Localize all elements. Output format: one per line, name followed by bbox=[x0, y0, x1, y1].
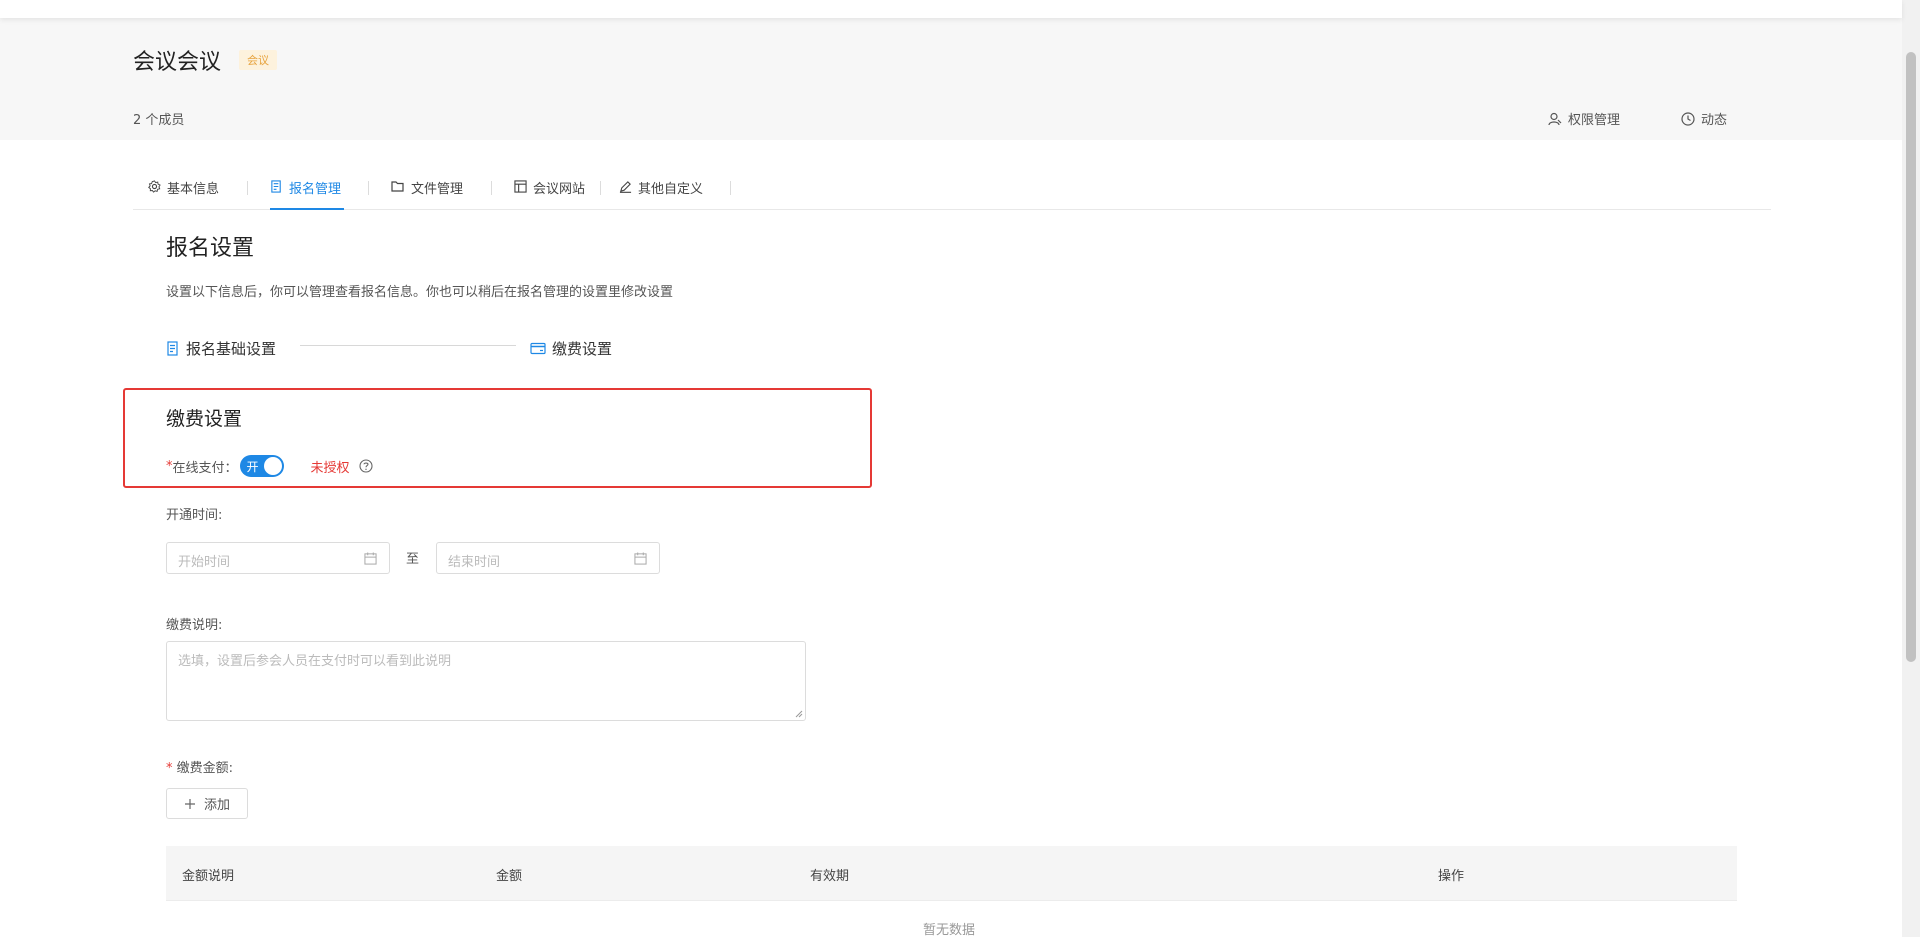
online-pay-row: * 在线支付： 开 未授权 bbox=[166, 455, 373, 477]
tab-website[interactable]: 会议网站 bbox=[514, 176, 585, 210]
column-header: 有效期 bbox=[810, 869, 850, 884]
calendar-icon bbox=[364, 552, 377, 565]
clock-icon bbox=[1681, 111, 1695, 126]
scrollbar-thumb[interactable] bbox=[1906, 52, 1916, 662]
folder-icon bbox=[391, 181, 404, 192]
tab-divider bbox=[491, 181, 492, 195]
registration-description: 设置以下信息后，你可以管理查看报名信息。你也可以稍后在报名管理的设置里修改设置 bbox=[166, 285, 674, 300]
tab-divider bbox=[247, 181, 248, 195]
tab-bar: 基本信息 报名管理 文件管理 会议网站 其他自定义 bbox=[133, 170, 1771, 210]
tab-files[interactable]: 文件管理 bbox=[391, 176, 463, 210]
registration-title: 报名设置 bbox=[166, 236, 255, 261]
step-payment-settings-label: 缴费设置 bbox=[552, 340, 613, 358]
tab-divider bbox=[368, 181, 369, 195]
tab-registration[interactable]: 报名管理 bbox=[270, 176, 344, 210]
add-button-label: 添加 bbox=[203, 798, 230, 813]
tab-website-label: 会议网站 bbox=[533, 182, 586, 197]
calendar-icon bbox=[634, 552, 647, 565]
payment-title: 缴费设置 bbox=[166, 408, 243, 430]
gear-icon bbox=[148, 180, 161, 193]
card-icon bbox=[530, 342, 546, 355]
range-separator: 至 bbox=[406, 552, 420, 567]
tab-files-label: 文件管理 bbox=[411, 182, 464, 197]
plus-icon bbox=[184, 798, 195, 809]
amount-label-row: * 缴费金额: bbox=[166, 757, 233, 776]
payment-desc-textarea[interactable]: 选填，设置后参会人员在支付时可以看到此说明 bbox=[166, 641, 806, 721]
column-header: 操作 bbox=[1438, 869, 1465, 884]
empty-table-text: 暂无数据 bbox=[923, 923, 976, 937]
tab-registration-label: 报名管理 bbox=[289, 182, 342, 197]
edit-icon bbox=[619, 181, 632, 193]
step-basic-settings[interactable]: 报名基础设置 bbox=[166, 338, 276, 359]
permission-button[interactable]: 权限管理 bbox=[1548, 109, 1620, 128]
tab-basic-info[interactable]: 基本信息 bbox=[148, 176, 219, 210]
table-divider bbox=[166, 900, 1737, 901]
amount-table-header: 金额说明 金额 有效期 操作 bbox=[166, 846, 1737, 900]
column-header: 金额 bbox=[496, 869, 523, 884]
registration-icon bbox=[167, 341, 178, 356]
switch-text: 开 bbox=[246, 460, 259, 474]
tab-divider bbox=[730, 181, 731, 195]
online-pay-switch[interactable]: 开 bbox=[239, 455, 284, 477]
step-payment-settings[interactable]: 缴费设置 bbox=[530, 338, 612, 359]
website-icon bbox=[514, 180, 527, 193]
activity-button[interactable]: 动态 bbox=[1681, 109, 1727, 128]
step-connector bbox=[300, 345, 516, 346]
add-amount-button[interactable]: 添加 bbox=[166, 788, 248, 819]
start-time-placeholder: 开始时间 bbox=[178, 555, 231, 570]
vertical-scrollbar[interactable] bbox=[1902, 0, 1920, 937]
tab-basic-info-label: 基本信息 bbox=[167, 182, 220, 197]
end-time-placeholder: 结束时间 bbox=[448, 555, 501, 570]
switch-knob bbox=[263, 457, 282, 475]
step-indicator: 报名基础设置 缴费设置 bbox=[166, 338, 626, 362]
page-title: 会议会议 bbox=[133, 50, 222, 75]
title-row: 会议会议 会议 bbox=[133, 44, 278, 76]
resize-grip-icon[interactable] bbox=[795, 710, 803, 718]
tab-custom-label: 其他自定义 bbox=[638, 182, 704, 197]
help-icon[interactable] bbox=[358, 459, 373, 473]
member-count[interactable]: 2 个成员 bbox=[133, 109, 184, 128]
online-pay-label: 在线支付： bbox=[172, 460, 238, 476]
tab-divider bbox=[600, 181, 601, 195]
unauthorized-status: 未授权 bbox=[310, 460, 350, 476]
permission-label: 权限管理 bbox=[1568, 113, 1621, 128]
start-time-input[interactable]: 开始时间 bbox=[166, 542, 390, 574]
registration-icon bbox=[271, 180, 281, 193]
open-time-label: 开通时间: bbox=[166, 508, 223, 523]
activity-label: 动态 bbox=[1701, 113, 1728, 128]
user-permission-icon bbox=[1548, 112, 1562, 125]
end-time-input[interactable]: 结束时间 bbox=[436, 542, 660, 574]
top-bar bbox=[0, 0, 1902, 18]
column-header: 金额说明 bbox=[182, 869, 235, 884]
amount-label: 缴费金额: bbox=[172, 761, 234, 776]
type-badge: 会议 bbox=[239, 50, 278, 70]
payment-desc-label: 缴费说明: bbox=[166, 618, 223, 633]
tab-custom[interactable]: 其他自定义 bbox=[619, 176, 703, 210]
payment-desc-placeholder: 选填，设置后参会人员在支付时可以看到此说明 bbox=[178, 654, 452, 669]
step-basic-settings-label: 报名基础设置 bbox=[186, 340, 277, 358]
